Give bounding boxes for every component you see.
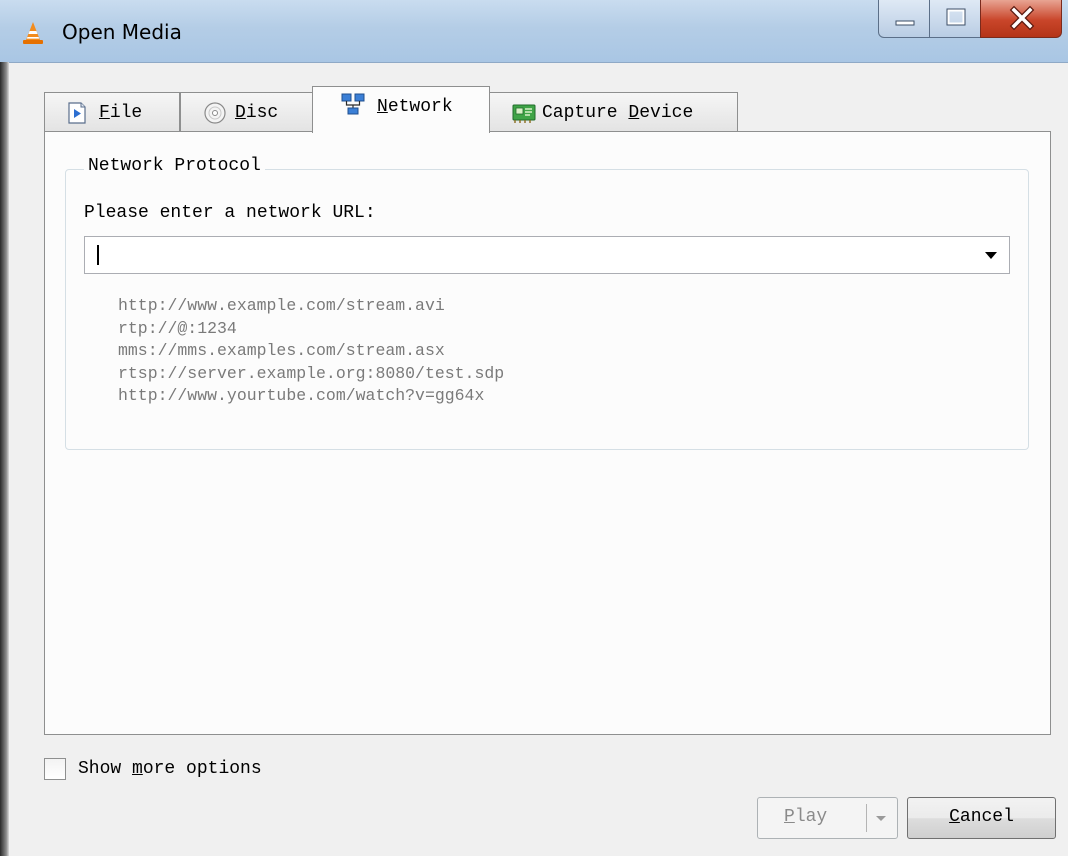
text-caret bbox=[97, 245, 99, 265]
disc-icon bbox=[204, 102, 226, 124]
window-title: Open Media bbox=[62, 20, 182, 44]
tab-capture-device-label: Capture Device bbox=[542, 103, 694, 123]
example-url: mms://mms.examples.com/stream.asx bbox=[118, 341, 445, 360]
file-play-icon bbox=[68, 102, 86, 124]
minimize-button[interactable] bbox=[878, 0, 930, 38]
example-url: http://www.example.com/stream.avi bbox=[118, 296, 445, 315]
tab-network-label: Network bbox=[377, 97, 453, 117]
chevron-down-icon[interactable] bbox=[871, 808, 891, 828]
network-icon bbox=[341, 93, 365, 115]
vlc-cone-icon bbox=[23, 22, 43, 44]
play-label: Play bbox=[784, 807, 828, 827]
maximize-icon bbox=[946, 8, 966, 26]
chevron-down-icon[interactable] bbox=[979, 243, 1003, 267]
network-protocol-group: Network Protocol Please enter a network … bbox=[65, 156, 1029, 450]
url-examples: http://www.example.com/stream.avi rtp://… bbox=[118, 295, 504, 408]
example-url: rtsp://server.example.org:8080/test.sdp bbox=[118, 363, 505, 383]
minimize-icon bbox=[895, 20, 915, 26]
url-combobox[interactable] bbox=[84, 236, 1010, 274]
split-divider bbox=[866, 804, 867, 832]
tab-network[interactable]: Network bbox=[312, 86, 490, 133]
maximize-button[interactable] bbox=[929, 0, 981, 38]
play-button[interactable]: Play bbox=[757, 797, 898, 839]
close-button[interactable] bbox=[980, 0, 1062, 38]
close-icon bbox=[1009, 5, 1035, 31]
tab-disc-label: Disc bbox=[235, 103, 279, 123]
network-panel: Network Protocol Please enter a network … bbox=[44, 131, 1051, 735]
tab-capture-device[interactable]: Capture Device bbox=[489, 92, 738, 132]
tab-disc[interactable]: Disc bbox=[180, 92, 313, 132]
capture-card-icon bbox=[512, 104, 536, 123]
url-label: Please enter a network URL: bbox=[84, 203, 376, 223]
cancel-button[interactable]: Cancel bbox=[907, 797, 1056, 839]
example-url: http://www.yourtube.com/watch?v=gg64x bbox=[118, 386, 485, 405]
group-title: Network Protocol bbox=[84, 156, 265, 176]
url-input[interactable] bbox=[95, 241, 959, 271]
open-media-dialog: Open Media File Disc Network Capture Dev… bbox=[0, 0, 1068, 856]
tab-file-label: File bbox=[99, 103, 143, 123]
show-more-checkbox[interactable] bbox=[44, 758, 66, 780]
example-url: rtp://@:1234 bbox=[118, 318, 237, 338]
tab-file[interactable]: File bbox=[44, 92, 180, 132]
title-bar[interactable]: Open Media bbox=[0, 0, 1068, 63]
show-more-label: Show more options bbox=[78, 759, 262, 779]
window-edge bbox=[0, 62, 9, 856]
tab-strip: File Disc Network Capture Device bbox=[44, 86, 1052, 133]
cancel-label: Cancel bbox=[949, 807, 1014, 827]
